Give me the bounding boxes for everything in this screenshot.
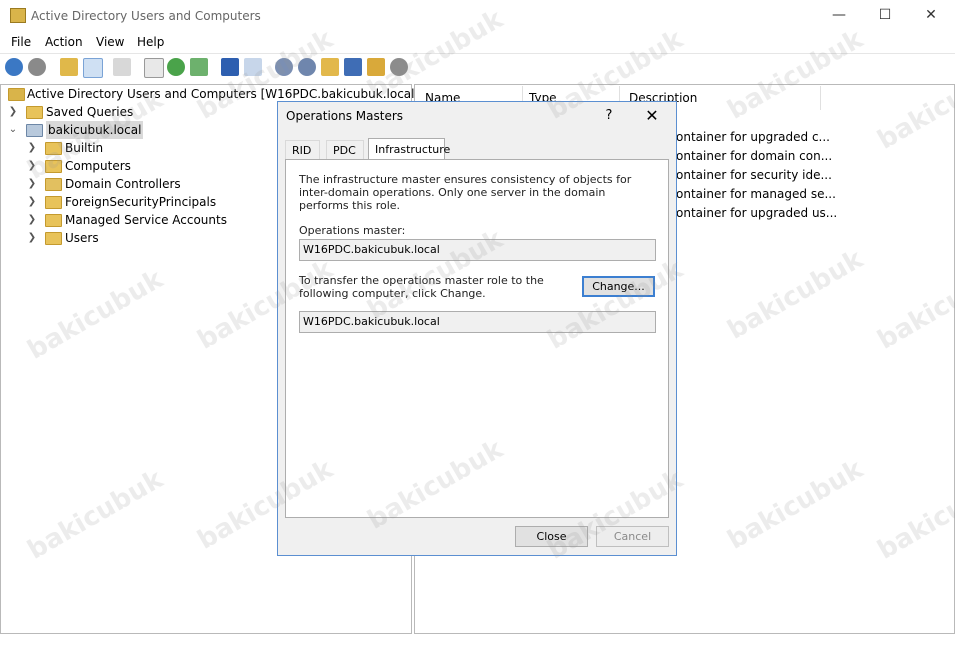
list-item-description: ontainer for domain con... [676, 149, 833, 163]
folder-icon [45, 160, 62, 173]
menu-file[interactable]: File [11, 35, 31, 49]
folder-icon [45, 214, 62, 227]
tree-item-label: bakicubuk.local [46, 121, 144, 139]
close-button[interactable]: Close [515, 526, 588, 547]
menu-help[interactable]: Help [137, 35, 164, 49]
infrastructure-tab-panel [285, 159, 669, 518]
help-button[interactable]: ? [599, 104, 619, 128]
close-window-button[interactable]: ✕ [908, 0, 954, 31]
dialog-title: Operations Masters [286, 109, 404, 123]
window-title: Active Directory Users and Computers [31, 9, 261, 23]
ad-root-icon [8, 88, 25, 101]
forward-icon[interactable] [28, 58, 46, 76]
menu-action[interactable]: Action [45, 35, 83, 49]
cancel-button[interactable]: Cancel [596, 526, 669, 547]
folder-icon [45, 196, 62, 209]
chevron-right-icon[interactable]: ❯ [27, 139, 37, 157]
console-tree-icon[interactable] [244, 58, 262, 76]
transfer-target-field[interactable]: W16PDC.bakicubuk.local [299, 311, 656, 333]
folder-icon [26, 106, 43, 119]
dialog-close-icon[interactable]: ✕ [637, 104, 667, 128]
minimize-button[interactable]: — [816, 0, 862, 31]
filter-icon[interactable] [344, 58, 362, 76]
folder-icon [45, 232, 62, 245]
delegate-icon[interactable] [390, 58, 408, 76]
intro-text: The infrastructure master ensures consis… [299, 173, 632, 212]
tree-item-label: ForeignSecurityPrincipals [65, 195, 217, 209]
chevron-right-icon[interactable]: ❯ [8, 103, 18, 121]
chevron-right-icon[interactable]: ❯ [27, 157, 37, 175]
ops-master-label: Operations master: [299, 224, 406, 237]
chevron-right-icon[interactable]: ❯ [27, 229, 37, 247]
folder-icon [45, 142, 62, 155]
new-group-icon[interactable] [298, 58, 316, 76]
new-user-icon[interactable] [275, 58, 293, 76]
properties-icon[interactable] [113, 58, 131, 76]
back-icon[interactable] [5, 58, 23, 76]
tree-item-label: Builtin [65, 141, 104, 155]
change-button[interactable]: Change... [582, 276, 655, 297]
maximize-button[interactable]: ☐ [862, 0, 908, 31]
ops-master-field[interactable]: W16PDC.bakicubuk.local [299, 239, 656, 261]
chevron-right-icon[interactable]: ❯ [27, 175, 37, 193]
tree-item-label: Computers [65, 159, 131, 173]
menu-view[interactable]: View [96, 35, 124, 49]
tree-item-label: Managed Service Accounts [65, 213, 227, 227]
up-folder-icon[interactable] [60, 58, 78, 76]
refresh-icon[interactable] [167, 58, 185, 76]
ou-icon [45, 178, 62, 191]
tree-item-label: Users [65, 231, 99, 245]
chevron-down-icon[interactable]: ⌄ [8, 121, 18, 139]
tree-item-label: Domain Controllers [65, 177, 181, 191]
title-bar: Active Directory Users and Computers [0, 0, 955, 31]
list-item-description: ontainer for security ide... [676, 168, 832, 182]
list-item-description: ontainer for upgraded us... [676, 206, 838, 220]
transfer-text: To transfer the operations master role t… [299, 274, 544, 300]
help-icon[interactable] [221, 58, 239, 76]
new-ou-icon[interactable] [321, 58, 339, 76]
export-list-icon[interactable] [144, 58, 164, 78]
list-item-description: ontainer for upgraded c... [676, 130, 830, 144]
tab-pdc[interactable]: PDC [326, 140, 364, 159]
export-icon[interactable] [190, 58, 208, 76]
app-icon [10, 8, 26, 23]
tab-infrastructure[interactable]: Infrastructure [368, 138, 450, 160]
list-item-description: ontainer for managed se... [676, 187, 836, 201]
find-icon[interactable] [367, 58, 385, 76]
tab-rid[interactable]: RID [285, 140, 320, 159]
tree-item-label: Saved Queries [46, 105, 134, 119]
chevron-right-icon[interactable]: ❯ [27, 193, 37, 211]
show-hide-tree-icon[interactable] [83, 58, 103, 78]
chevron-right-icon[interactable]: ❯ [27, 211, 37, 229]
domain-icon [26, 124, 43, 137]
